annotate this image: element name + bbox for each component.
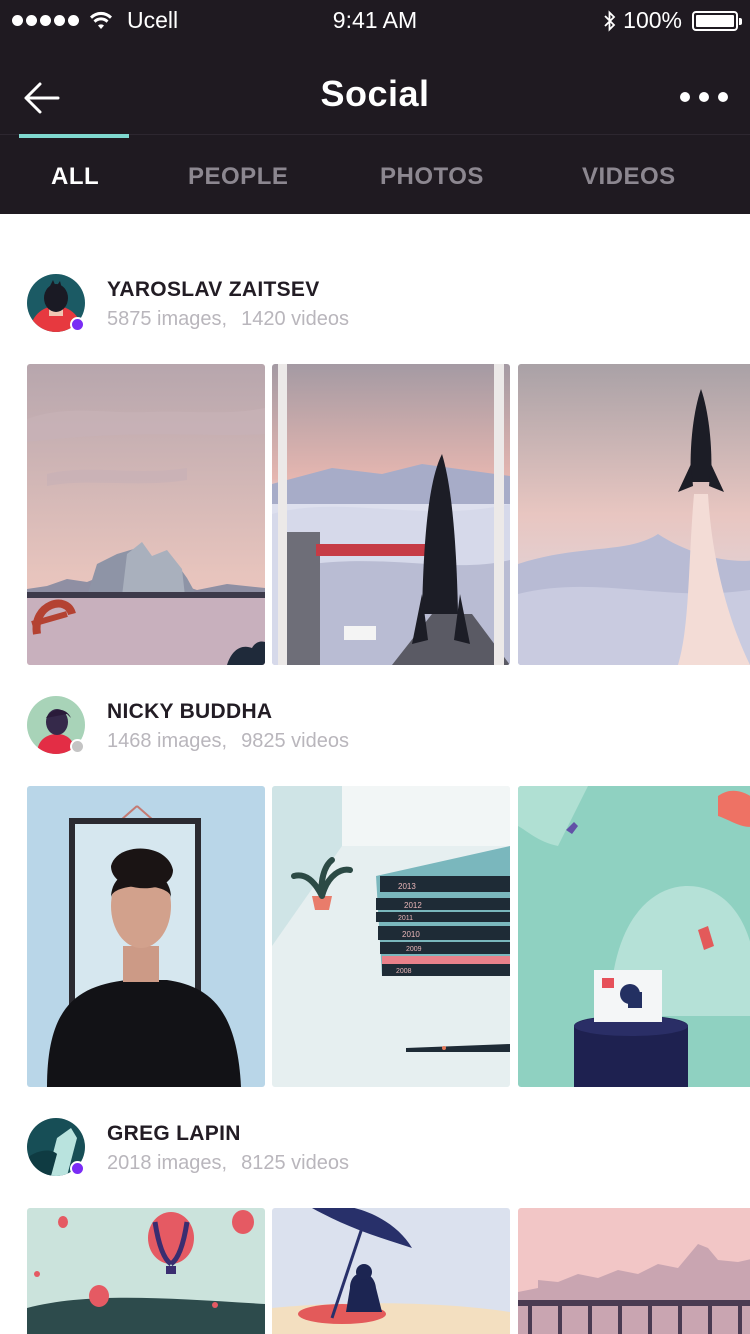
battery-percentage: 100% <box>623 7 682 33</box>
media-thumbnail[interactable] <box>518 1208 750 1334</box>
media-thumbnail[interactable] <box>518 786 750 1087</box>
tab-videos[interactable]: VIDEOS <box>582 163 676 191</box>
nav-bar: Social <box>0 40 750 134</box>
user-stats: 1468 images, 9825 videos <box>107 730 349 753</box>
media-thumbnail[interactable] <box>272 1208 510 1334</box>
avatar[interactable] <box>27 1118 85 1176</box>
status-right: 100% <box>603 7 742 34</box>
media-thumbnail[interactable] <box>518 364 750 665</box>
user-stats: 2018 images, 8125 videos <box>107 1152 349 1175</box>
book-year-label: 2009 <box>406 946 422 953</box>
images-count: 2018 images, <box>107 1152 228 1174</box>
images-count: 1468 images, <box>107 730 228 752</box>
book-year-label: 2010 <box>402 930 420 939</box>
book-year-label: 2011 <box>398 915 413 922</box>
tab-people[interactable]: PEOPLE <box>188 163 288 191</box>
media-thumbnail[interactable] <box>27 364 265 665</box>
book-year-label: 2013 <box>398 882 416 891</box>
media-thumbnail[interactable]: 2013 2012 2011 2010 2009 2008 <box>272 786 510 1087</box>
user-name[interactable]: YAROSLAV ZAITSEV <box>107 278 320 302</box>
book-year-label: 2012 <box>404 901 422 910</box>
more-horizontal-icon[interactable] <box>680 92 728 102</box>
user-name[interactable]: NICKY BUDDHA <box>107 700 272 724</box>
online-status-indicator <box>70 1161 85 1176</box>
app-header: Ucell 9:41 AM 100% Social ALL PEOPLE PHO… <box>0 0 750 214</box>
media-thumbnail[interactable] <box>27 1208 265 1334</box>
media-thumbnail[interactable] <box>27 786 265 1087</box>
page-title: Social <box>320 73 430 114</box>
tab-all[interactable]: ALL <box>51 163 99 191</box>
images-count: 5875 images, <box>107 308 228 330</box>
tab-bar: ALL PEOPLE PHOTOS VIDEOS <box>0 134 750 214</box>
battery-icon <box>692 10 742 31</box>
book-year-label: 2008 <box>396 968 412 975</box>
tab-active-indicator <box>19 134 129 138</box>
offline-status-indicator <box>70 739 85 754</box>
avatar[interactable] <box>27 696 85 754</box>
user-stats: 5875 images, 1420 videos <box>107 308 349 331</box>
bluetooth-icon <box>604 9 616 32</box>
tab-photos[interactable]: PHOTOS <box>380 163 484 191</box>
videos-count: 1420 videos <box>241 308 349 330</box>
avatar[interactable] <box>27 274 85 332</box>
status-bar: Ucell 9:41 AM 100% <box>0 0 750 40</box>
videos-count: 8125 videos <box>241 1152 349 1174</box>
videos-count: 9825 videos <box>241 730 349 752</box>
media-thumbnail[interactable] <box>272 364 510 665</box>
user-name[interactable]: GREG LAPIN <box>107 1122 241 1146</box>
online-status-indicator <box>70 317 85 332</box>
